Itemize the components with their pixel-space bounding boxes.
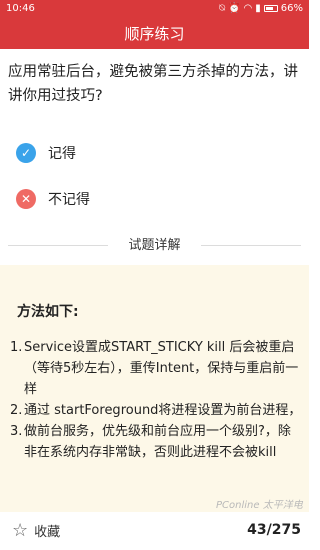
detail-divider: 试题详解 <box>0 234 309 256</box>
item-number: 2. <box>10 403 23 418</box>
battery-percent: 66% <box>280 3 303 14</box>
favorite-label: 收藏 <box>34 525 61 540</box>
favorite-button[interactable]: ☆ 收藏 <box>12 521 60 540</box>
question-text: 应用常驻后台，避免被第三方杀掉的方法，讲讲你用过技巧? <box>8 64 298 104</box>
option-label: 记得 <box>48 146 76 162</box>
divider-line <box>201 245 301 246</box>
list-item: 1. Service设置成START_STICKY kill 后会被重启（等待5… <box>10 337 302 400</box>
item-text: 做前台服务，优先级和前台应用一个级别?，除非在系统内存非常缺，否则此进程不会被k… <box>24 424 291 460</box>
option-forgot[interactable]: ✕ 不记得 <box>16 187 90 211</box>
explanation-panel: 方法如下: 1. Service设置成START_STICKY kill 后会被… <box>0 265 309 515</box>
battery-icon <box>263 5 278 12</box>
option-label: 不记得 <box>48 192 90 208</box>
bell-off-icon: ⍉ <box>219 3 226 14</box>
list-item: 3. 做前台服务，优先级和前台应用一个级别?，除非在系统内存非常缺，否则此进程不… <box>10 421 302 463</box>
item-number: 3. <box>10 424 23 439</box>
list-item: 2. 通过 startForeground将进程设置为前台进程， <box>10 400 302 421</box>
question-progress: 43/275 <box>247 522 301 538</box>
status-time: 10:46 <box>6 3 35 14</box>
page-title: 顺序练习 <box>0 19 309 49</box>
alarm-icon: ⏰ <box>228 3 241 14</box>
wifi-icon: ◠ <box>243 3 253 14</box>
star-icon: ☆ <box>12 519 29 541</box>
option-remember[interactable]: ✓ 记得 <box>16 141 76 165</box>
check-circle-icon: ✓ <box>16 143 36 163</box>
cross-circle-icon: ✕ <box>16 189 36 209</box>
explanation-list: 1. Service设置成START_STICKY kill 后会被重启（等待5… <box>10 337 302 463</box>
divider-line <box>8 245 108 246</box>
detail-label: 试题详解 <box>128 238 181 253</box>
item-text: 通过 startForeground将进程设置为前台进程， <box>24 403 302 418</box>
explanation-title: 方法如下: <box>17 304 79 320</box>
status-bar: 10:46 ⍉ ⏰ ◠ ▮ 66% <box>0 0 309 19</box>
item-number: 1. <box>10 340 23 355</box>
bottom-bar: ☆ 收藏 43/275 <box>0 512 309 550</box>
item-text: Service设置成START_STICKY kill 后会被重启（等待5秒左右… <box>24 340 299 397</box>
signal-icon: ▮ <box>255 3 261 14</box>
status-icons: ⍉ ⏰ ◠ ▮ 66% <box>219 3 303 14</box>
